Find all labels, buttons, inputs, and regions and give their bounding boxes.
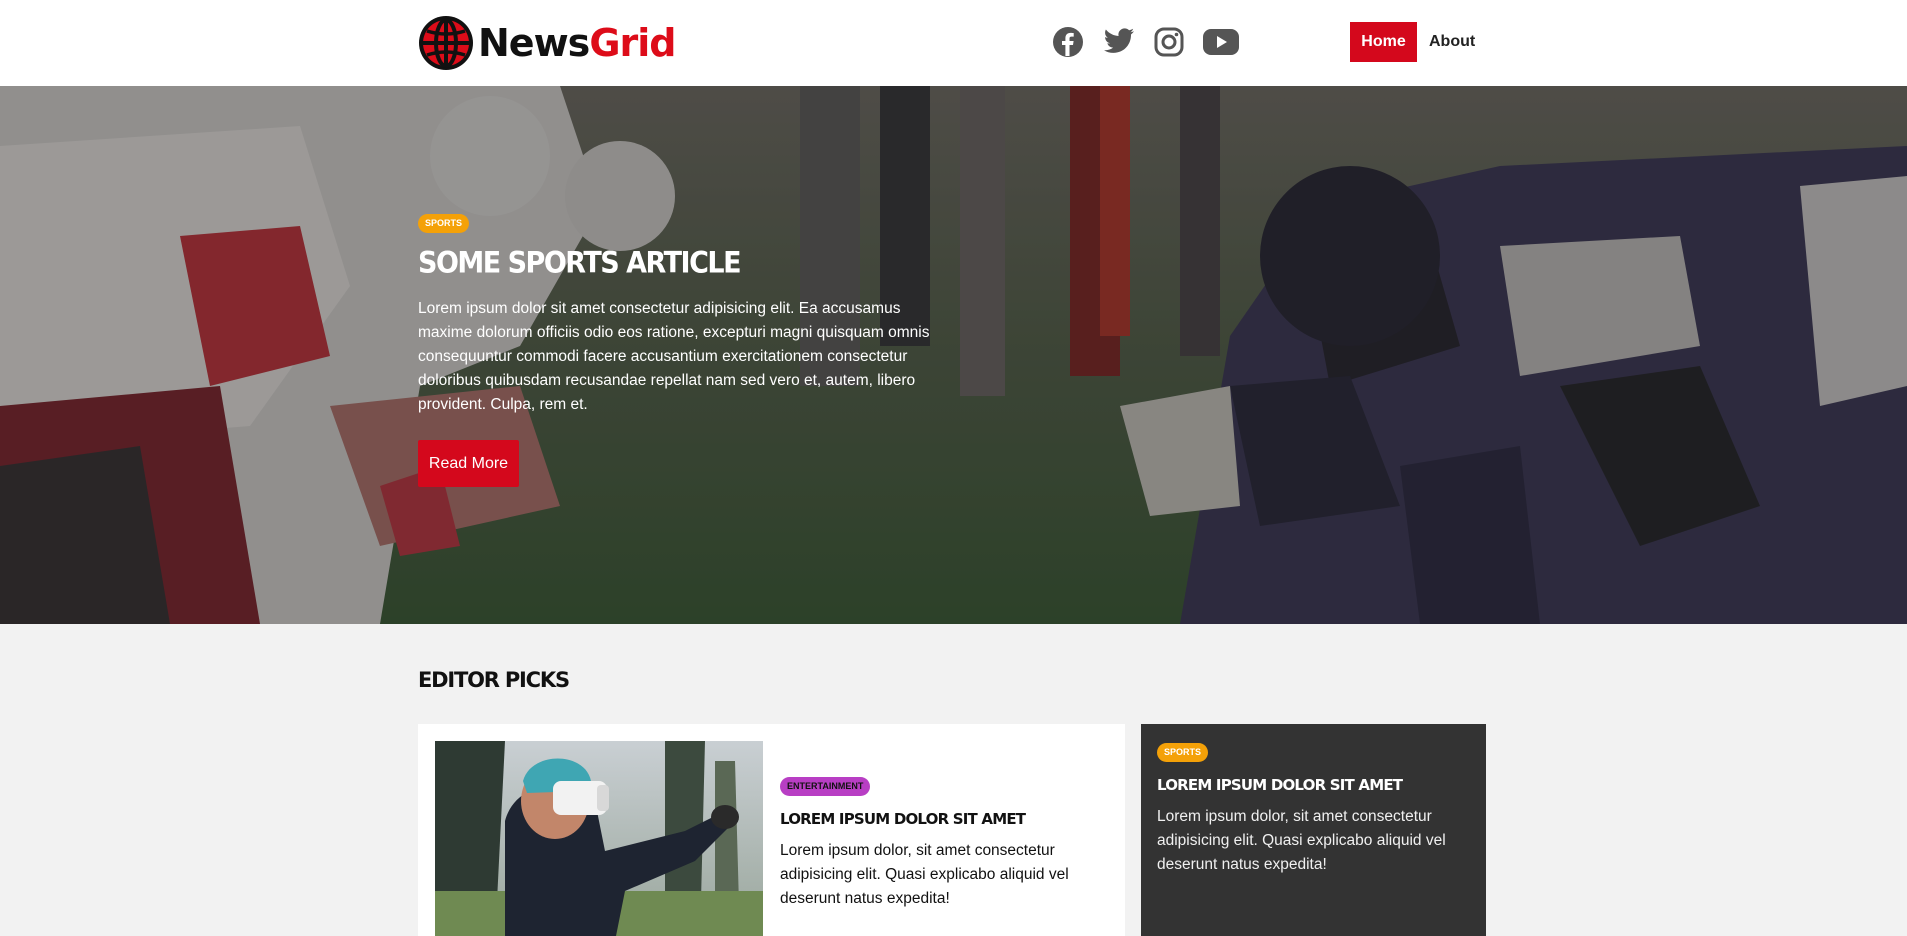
- card-category-badge[interactable]: Entertainment: [780, 777, 871, 796]
- logo-text-grid: Grid: [589, 21, 676, 65]
- card-text: Lorem ipsum dolor, sit amet consectetur …: [780, 842, 1069, 907]
- editor-picks-title: Editor Picks: [418, 668, 570, 692]
- main-nav: Home About: [1350, 22, 1475, 62]
- social-links: [1052, 26, 1258, 58]
- youtube-icon[interactable]: [1203, 29, 1239, 55]
- logo-text: NewsGrid: [478, 15, 676, 71]
- logo[interactable]: NewsGrid: [418, 15, 676, 71]
- editor-pick-card[interactable]: Entertainment Lorem ipsum dolor sit amet…: [418, 724, 1125, 936]
- read-more-button[interactable]: Read More: [418, 440, 519, 487]
- card-text: Lorem ipsum dolor, sit amet consectetur …: [1157, 808, 1446, 873]
- editor-pick-card-dark[interactable]: Sports Lorem ipsum dolor sit amet Lorem …: [1141, 724, 1486, 936]
- card-body: Entertainment Lorem ipsum dolor sit amet…: [780, 776, 1100, 911]
- nav-home-link[interactable]: Home: [1350, 22, 1417, 62]
- site-header: NewsGrid Home About: [0, 0, 1907, 86]
- card-image-vr-man[interactable]: [435, 741, 763, 936]
- twitter-icon[interactable]: [1103, 28, 1135, 56]
- logo-text-news: News: [478, 21, 590, 65]
- card-body: Sports Lorem ipsum dolor sit amet Lorem …: [1157, 742, 1467, 877]
- facebook-icon[interactable]: [1052, 26, 1084, 58]
- instagram-icon[interactable]: [1154, 27, 1184, 57]
- hero-content: Sports Some Sports Article Lorem ipsum d…: [418, 213, 948, 487]
- vr-photo: [435, 741, 763, 936]
- nav-about-link[interactable]: About: [1429, 22, 1475, 62]
- card-title[interactable]: Lorem ipsum dolor sit amet: [1157, 776, 1467, 794]
- hero-section: Sports Some Sports Article Lorem ipsum d…: [0, 86, 1907, 624]
- hero-background-image: [0, 86, 1907, 624]
- globe-icon: [419, 16, 473, 70]
- hero-category-badge[interactable]: Sports: [418, 214, 470, 233]
- card-title[interactable]: Lorem ipsum dolor sit amet: [780, 810, 1100, 828]
- card-category-badge[interactable]: Sports: [1157, 743, 1209, 762]
- hero-text: Lorem ipsum dolor sit amet consectetur a…: [418, 300, 930, 413]
- hero-title[interactable]: Some Sports Article: [418, 246, 948, 280]
